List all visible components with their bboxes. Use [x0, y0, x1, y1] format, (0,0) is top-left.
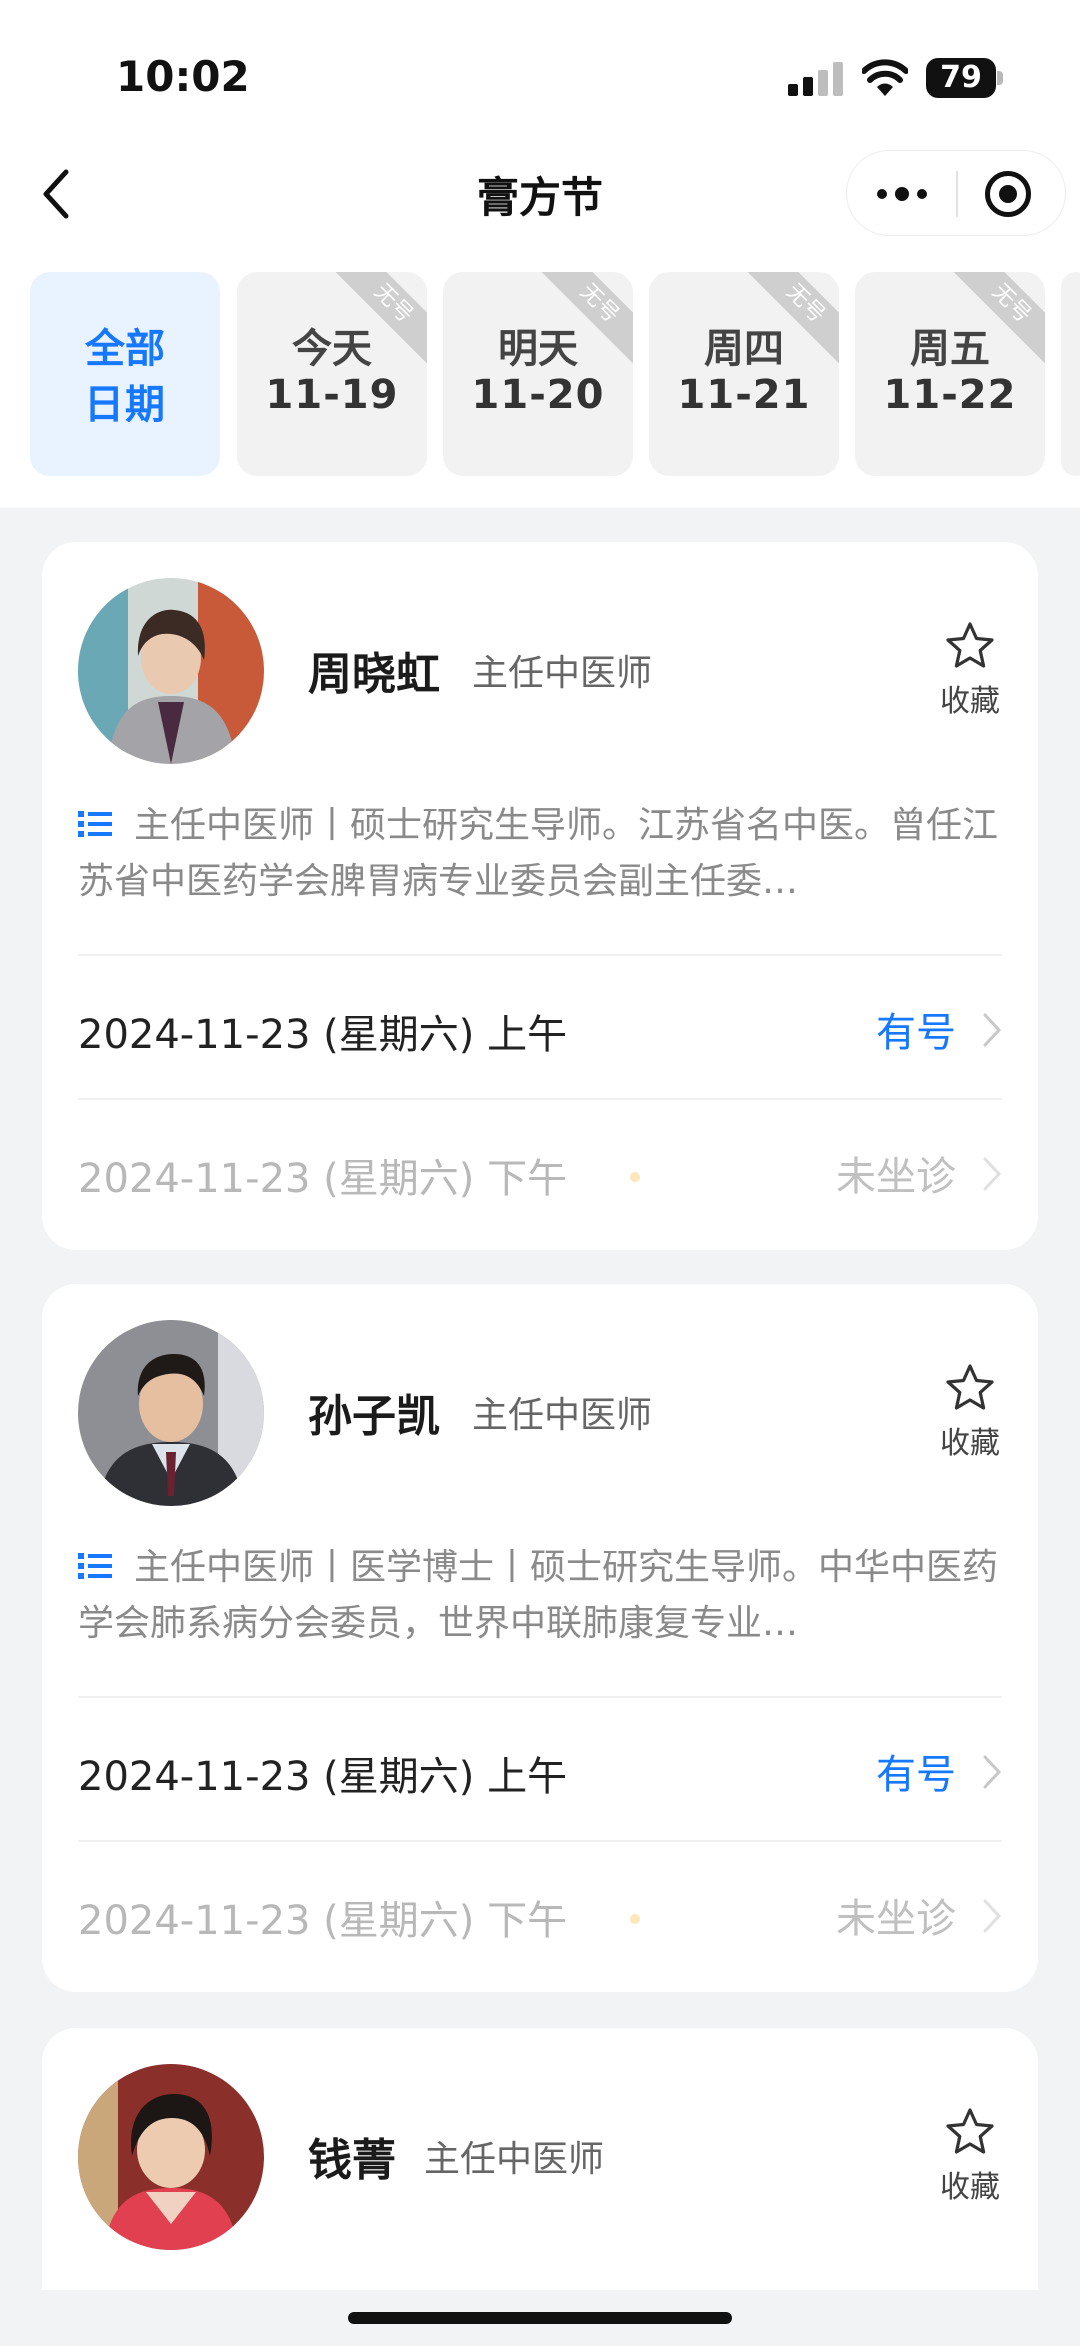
more-dots-icon[interactable]: [869, 171, 935, 217]
list-icon: [78, 811, 112, 837]
schedule-slot[interactable]: 2024-11-23 (星期六) 上午 有号: [78, 1740, 1008, 1800]
date-tab-label: 周四: [704, 326, 784, 372]
date-tab-next[interactable]: [1061, 272, 1080, 476]
status-time: 10:02: [116, 52, 250, 101]
date-tab-label: 明天: [498, 326, 578, 372]
battery-icon: 79: [926, 58, 1004, 98]
schedule-slot[interactable]: 2024-11-23 (星期六) 下午 未坐诊: [78, 1884, 1008, 1944]
schedule-slot[interactable]: 2024-11-23 (星期六) 上午 有号: [78, 998, 1008, 1058]
favorite-label: 收藏: [940, 2170, 1000, 2205]
status-dot: [630, 1172, 640, 1182]
doctor-card[interactable]: 孙子凯 主任中医师 收藏 主任中医师丨医学博士丨硕士研究生导师。中华中医药学会肺…: [42, 1284, 1038, 1992]
slot-status: 未坐诊: [836, 1154, 956, 1200]
slot-date: 2024-11-23 (星期六) 下午: [78, 1156, 568, 1202]
doctor-description: 主任中医师丨医学博士丨硕士研究生导师。中华中医药学会肺系病分会委员，世界中联肺康…: [78, 1540, 1008, 1652]
date-tab-date: 11-19: [265, 372, 399, 418]
battery-level: 79: [940, 60, 982, 95]
home-indicator[interactable]: [348, 2312, 732, 2324]
mini-program-capsule: [846, 150, 1066, 236]
star-icon: [946, 2108, 994, 2154]
date-tab-label: 周五: [910, 326, 990, 372]
favorite-label: 收藏: [940, 684, 1000, 719]
date-tab-friday[interactable]: 无号 周五 11-22: [855, 272, 1045, 476]
star-icon: [946, 622, 994, 668]
schedule-slot[interactable]: 2024-11-23 (星期六) 下午 未坐诊: [78, 1142, 1008, 1202]
chevron-right-icon: [983, 1157, 1002, 1191]
description-text: 主任中医师丨医学博士丨硕士研究生导师。中华中医药学会肺系病分会委员，世界中联肺康…: [78, 1547, 999, 1644]
doctor-avatar: [78, 578, 264, 764]
divider: [78, 1696, 1002, 1698]
date-tab-date: 11-21: [677, 372, 811, 418]
chevron-right-icon: [983, 1755, 1002, 1789]
target-icon[interactable]: [985, 171, 1031, 217]
list-icon: [78, 1553, 112, 1579]
doctor-avatar: [78, 1320, 264, 1506]
chevron-right-icon: [983, 1013, 1002, 1047]
date-tab-today[interactable]: 无号 今天 11-19: [237, 272, 427, 476]
favorite-button[interactable]: 收藏: [930, 2106, 1010, 2206]
slot-date: 2024-11-23 (星期六) 上午: [78, 1754, 568, 1800]
slot-status: 有号: [876, 1010, 956, 1056]
date-tab-all[interactable]: 全部 日期: [30, 272, 220, 476]
doctor-avatar: [78, 2064, 264, 2250]
capsule-divider: [956, 171, 958, 217]
date-tab-label: 今天: [292, 326, 372, 372]
divider: [78, 954, 1002, 956]
divider: [78, 1098, 1002, 1100]
slot-date: 2024-11-23 (星期六) 上午: [78, 1012, 568, 1058]
doctor-card[interactable]: 周晓虹 主任中医师 收藏 主任中医师丨硕士研究生导师。江苏省名中医。曾任江苏省中…: [42, 542, 1038, 1250]
chevron-right-icon: [983, 1899, 1002, 1933]
signal-icon: [788, 62, 843, 96]
doctor-title: 主任中医师: [472, 653, 653, 694]
date-tab-label: 全部: [85, 326, 165, 372]
favorite-label: 收藏: [940, 1426, 1000, 1461]
doctor-title: 主任中医师: [472, 1395, 653, 1436]
description-text: 主任中医师丨硕士研究生导师。江苏省名中医。曾任江苏省中医药学会脾胃病专业委员会副…: [78, 805, 999, 902]
status-dot: [630, 1914, 640, 1924]
doctor-name: 周晓虹: [308, 649, 440, 700]
date-tab-thursday[interactable]: 无号 周四 11-21: [649, 272, 839, 476]
date-tab-date: 11-22: [883, 372, 1017, 418]
doctor-card[interactable]: 钱菁 主任中医师 收藏: [42, 2028, 1038, 2290]
doctor-description: 主任中医师丨硕士研究生导师。江苏省名中医。曾任江苏省中医药学会脾胃病专业委员会副…: [78, 798, 1008, 910]
slot-date: 2024-11-23 (星期六) 下午: [78, 1898, 568, 1944]
favorite-button[interactable]: 收藏: [930, 1362, 1010, 1462]
date-tab-sublabel: 日期: [84, 382, 166, 428]
doctor-name: 孙子凯: [308, 1391, 440, 1442]
star-icon: [946, 1364, 994, 1410]
slot-status: 有号: [876, 1752, 956, 1798]
doctor-name: 钱菁: [308, 2135, 396, 2186]
divider: [78, 1840, 1002, 1842]
date-tab-tomorrow[interactable]: 无号 明天 11-20: [443, 272, 633, 476]
favorite-button[interactable]: 收藏: [930, 620, 1010, 720]
date-tab-date: 11-20: [471, 372, 605, 418]
wifi-icon: [862, 59, 908, 96]
slot-status: 未坐诊: [836, 1896, 956, 1942]
doctor-title: 主任中医师: [424, 2139, 605, 2180]
